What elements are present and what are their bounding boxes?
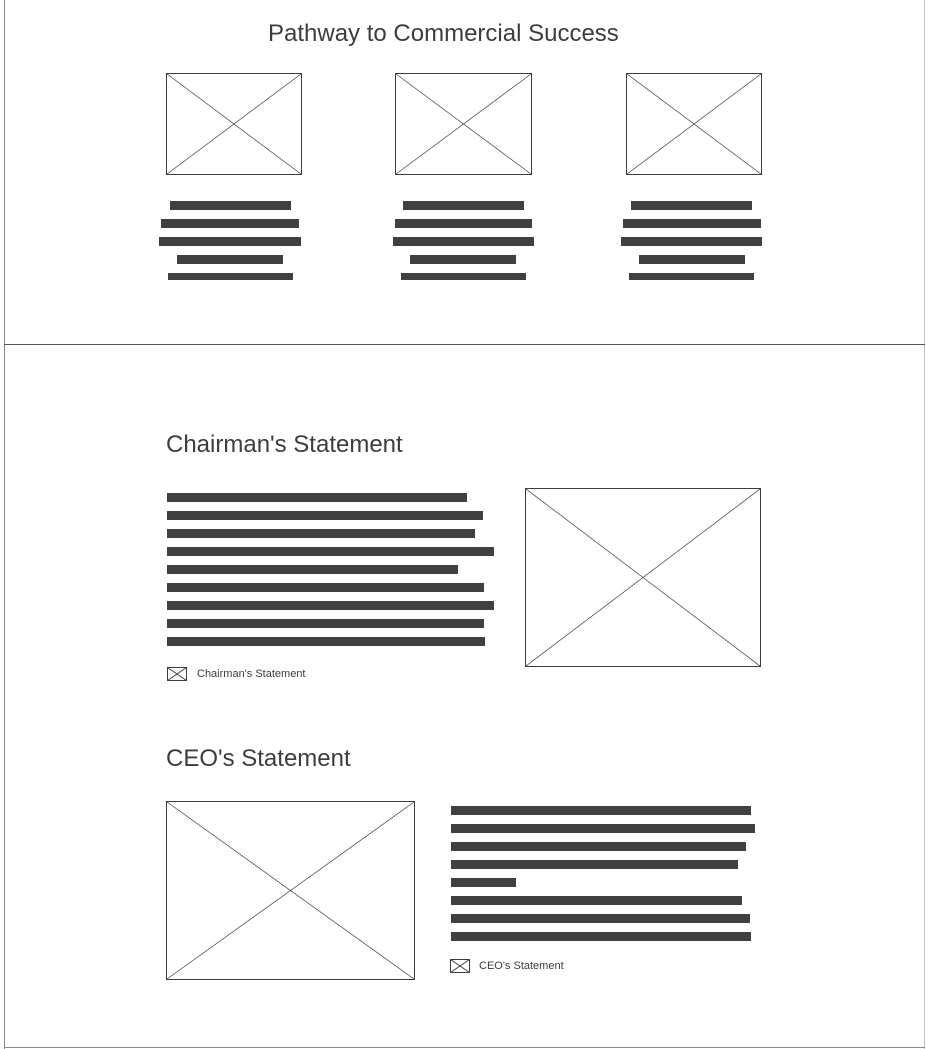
- text-line: [631, 201, 752, 210]
- text-line: [629, 273, 754, 280]
- envelope-icon[interactable]: [450, 959, 470, 973]
- text-line: [167, 565, 458, 574]
- text-line: [167, 547, 494, 556]
- chairman-statement-link[interactable]: Chairman's Statement: [197, 668, 305, 680]
- chairman-image: [525, 488, 761, 667]
- text-line: [167, 637, 485, 646]
- text-line: [170, 201, 291, 210]
- text-line: [451, 896, 742, 905]
- image-placeholder-icon: [167, 74, 301, 174]
- text-line: [167, 619, 484, 628]
- pathway-image-3: [626, 73, 762, 175]
- text-line: [167, 511, 483, 520]
- section-divider: [4, 344, 925, 345]
- text-line: [168, 273, 293, 280]
- text-line: [167, 493, 467, 502]
- text-line: [621, 237, 762, 246]
- page-bottom-border: [4, 1047, 925, 1048]
- text-line: [451, 914, 750, 923]
- text-line: [395, 219, 532, 228]
- text-line: [451, 932, 751, 941]
- image-placeholder-icon: [167, 802, 414, 979]
- text-line: [451, 824, 755, 833]
- text-line: [393, 237, 534, 246]
- image-placeholder-icon: [526, 489, 760, 666]
- text-line: [177, 255, 283, 264]
- pathway-title: Pathway to Commercial Success: [268, 20, 619, 47]
- chairman-title: Chairman's Statement: [166, 431, 403, 458]
- text-line: [401, 273, 526, 280]
- page-right-border: [924, 0, 925, 1049]
- text-line: [167, 583, 484, 592]
- pathway-image-2: [395, 73, 532, 175]
- text-line: [623, 219, 761, 228]
- image-placeholder-icon: [627, 74, 761, 174]
- ceo-image: [166, 801, 415, 980]
- text-line: [167, 601, 494, 610]
- text-line: [161, 219, 299, 228]
- text-line: [639, 255, 745, 264]
- ceo-title: CEO's Statement: [166, 745, 351, 772]
- text-line: [167, 529, 475, 538]
- text-line: [451, 878, 516, 887]
- image-placeholder-icon: [396, 74, 531, 174]
- text-line: [410, 255, 516, 264]
- page-left-border: [4, 0, 5, 1049]
- text-line: [159, 237, 301, 246]
- ceo-statement-link[interactable]: CEO's Statement: [479, 960, 564, 972]
- text-line: [451, 860, 738, 869]
- envelope-icon[interactable]: [167, 667, 187, 681]
- text-line: [451, 842, 746, 851]
- text-line: [403, 201, 524, 210]
- pathway-image-1: [166, 73, 302, 175]
- text-line: [451, 806, 751, 815]
